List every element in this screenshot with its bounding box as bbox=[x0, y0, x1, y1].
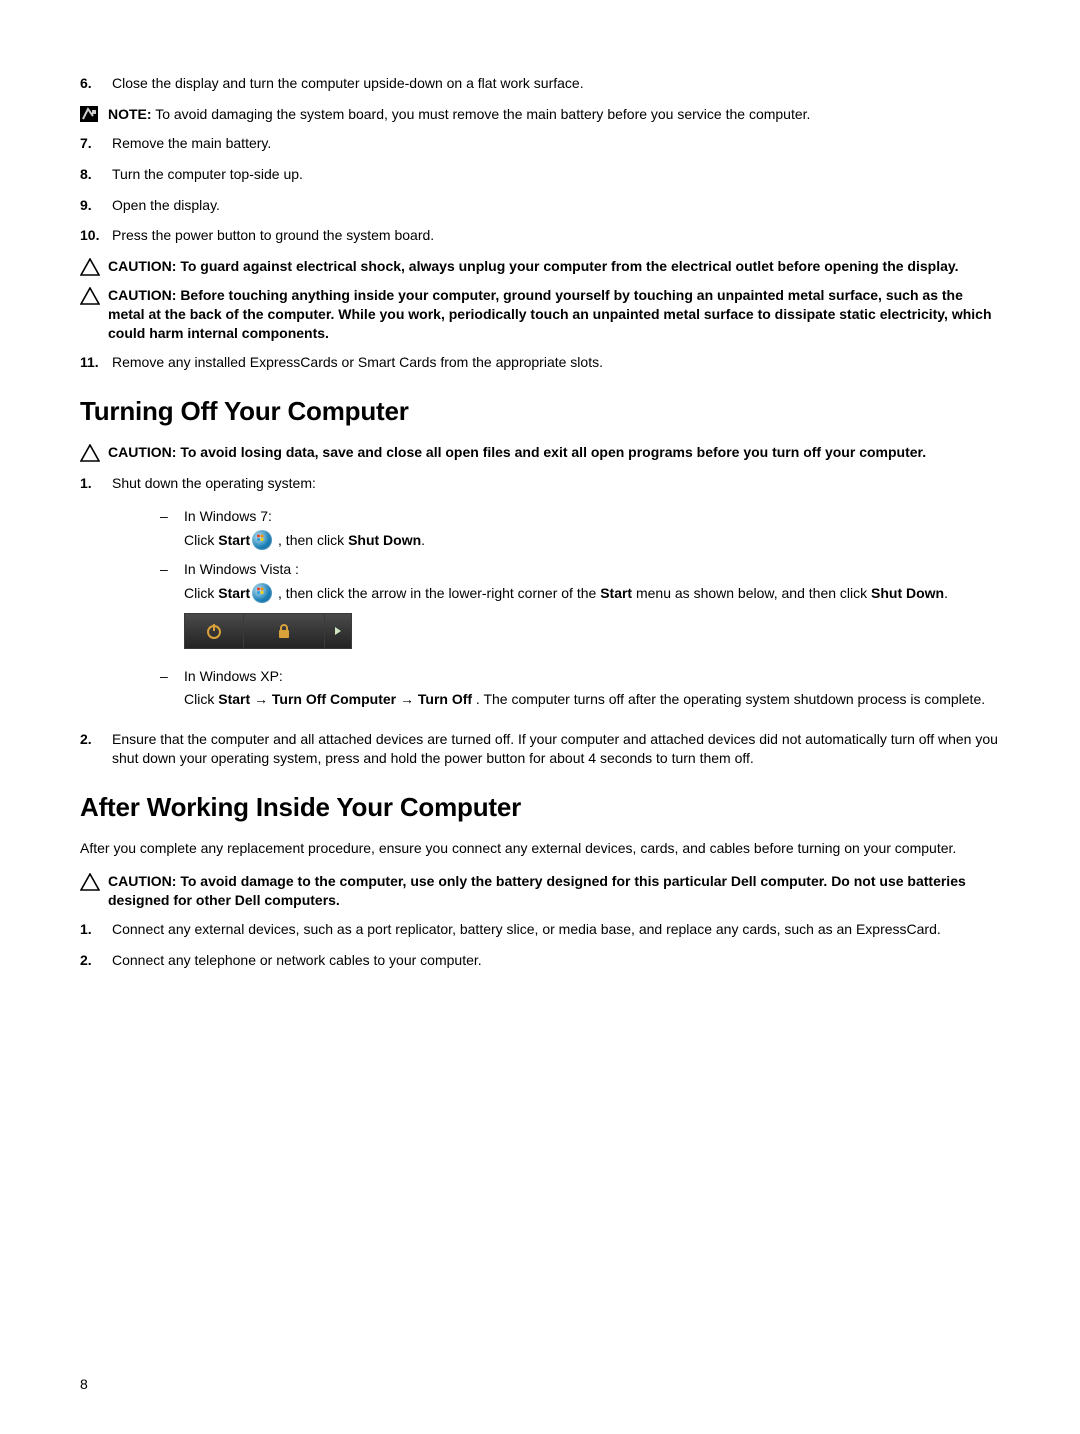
step-number: 7. bbox=[80, 134, 112, 153]
kw-start: Start bbox=[218, 532, 250, 548]
bullet-dash: – bbox=[160, 560, 184, 579]
vista-shutdown-bar-image bbox=[184, 603, 1000, 657]
step-lead: Shut down the operating system: bbox=[112, 474, 1000, 493]
kw-turn-off-computer: Turn Off Computer bbox=[272, 691, 396, 707]
caution-block: CAUTION: Before touching anything inside… bbox=[80, 286, 1000, 343]
ordered-step: 6. Close the display and turn the comput… bbox=[80, 74, 1000, 93]
text-fragment: Click bbox=[184, 691, 218, 707]
arrow-right-icon bbox=[333, 626, 343, 636]
sub-item-win7: – In Windows 7: bbox=[160, 507, 1000, 526]
step-text: Turn the computer top-side up. bbox=[112, 165, 1000, 184]
step-number: 1. bbox=[80, 920, 112, 939]
windows-start-orb-icon bbox=[252, 530, 272, 550]
power-icon bbox=[205, 622, 223, 640]
caution-block: CAUTION: To avoid damage to the computer… bbox=[80, 872, 1000, 910]
note-block: NOTE: To avoid damaging the system board… bbox=[80, 105, 1000, 124]
step-text: Ensure that the computer and all attache… bbox=[112, 730, 1000, 768]
sub-item-xp: – In Windows XP: bbox=[160, 667, 1000, 686]
text-fragment: menu as shown below, and then click bbox=[632, 585, 871, 601]
arrow-segment bbox=[325, 614, 351, 648]
step-text: Open the display. bbox=[112, 196, 1000, 215]
sub-item-vista: – In Windows Vista : bbox=[160, 560, 1000, 579]
step-text: Press the power button to ground the sys… bbox=[112, 226, 1000, 245]
step-text: Shut down the operating system: – In Win… bbox=[112, 474, 1000, 718]
ordered-step: 8. Turn the computer top-side up. bbox=[80, 165, 1000, 184]
bullet-dash: – bbox=[160, 667, 184, 686]
step-text: Remove the main battery. bbox=[112, 134, 1000, 153]
arrow-sep: → bbox=[396, 691, 418, 707]
sub-item-label: In Windows XP: bbox=[184, 667, 1000, 686]
step-text: Connect any telephone or network cables … bbox=[112, 951, 1000, 970]
step-number: 6. bbox=[80, 74, 112, 93]
sub-item-label: In Windows 7: bbox=[184, 507, 1000, 526]
page-number: 8 bbox=[80, 1375, 88, 1394]
heading-after-working: After Working Inside Your Computer bbox=[80, 790, 1000, 825]
bullet-dash: – bbox=[160, 507, 184, 526]
sub-item-body: Click Start → Turn Off Computer → Turn O… bbox=[184, 690, 1000, 709]
step-number: 11. bbox=[80, 353, 112, 372]
caution-icon bbox=[80, 872, 108, 910]
step-number: 1. bbox=[80, 474, 112, 718]
windows-start-orb-icon bbox=[252, 583, 272, 603]
caution-block: CAUTION: To guard against electrical sho… bbox=[80, 257, 1000, 276]
caution-icon bbox=[80, 257, 108, 276]
step-number: 10. bbox=[80, 226, 112, 245]
step-number: 8. bbox=[80, 165, 112, 184]
note-body: To avoid damaging the system board, you … bbox=[152, 106, 811, 122]
sub-item-body: Click Start , then click Shut Down. bbox=[184, 530, 1000, 550]
caution-text: CAUTION: To avoid damage to the computer… bbox=[108, 872, 1000, 910]
ordered-step: 1. Shut down the operating system: – In … bbox=[80, 474, 1000, 718]
caution-text: CAUTION: To avoid losing data, save and … bbox=[108, 443, 1000, 462]
text-fragment: Click bbox=[184, 532, 218, 548]
kw-turn-off: Turn Off bbox=[418, 691, 472, 707]
caution-text: CAUTION: Before touching anything inside… bbox=[108, 286, 1000, 343]
page: 6. Close the display and turn the comput… bbox=[0, 0, 1080, 1434]
ordered-step: 7. Remove the main battery. bbox=[80, 134, 1000, 153]
kw-start: Start bbox=[218, 585, 250, 601]
caution-block: CAUTION: To avoid losing data, save and … bbox=[80, 443, 1000, 462]
ordered-step: 2. Ensure that the computer and all atta… bbox=[80, 730, 1000, 768]
step-text: Connect any external devices, such as a … bbox=[112, 920, 1000, 939]
text-fragment: , then click the arrow in the lower-righ… bbox=[274, 585, 600, 601]
text-fragment: . bbox=[944, 585, 948, 601]
ordered-step: 10. Press the power button to ground the… bbox=[80, 226, 1000, 245]
step-number: 9. bbox=[80, 196, 112, 215]
shutdown-bar bbox=[184, 613, 352, 649]
sub-item-label: In Windows Vista : bbox=[184, 560, 1000, 579]
text-fragment: . The computer turns off after the opera… bbox=[472, 691, 985, 707]
lock-icon bbox=[276, 623, 292, 639]
ordered-step: 11. Remove any installed ExpressCards or… bbox=[80, 353, 1000, 372]
text-fragment: , then click bbox=[274, 532, 348, 548]
text-fragment: Click bbox=[184, 585, 218, 601]
caution-icon bbox=[80, 443, 108, 462]
kw-start: Start bbox=[218, 691, 250, 707]
note-label: NOTE: bbox=[108, 106, 152, 122]
kw-shut-down: Shut Down bbox=[871, 585, 944, 601]
sub-item-body: Click Start , then click the arrow in th… bbox=[184, 583, 1000, 657]
sub-list: – In Windows 7: Click Start , then click… bbox=[160, 507, 1000, 709]
step-number: 2. bbox=[80, 730, 112, 768]
ordered-step: 2. Connect any telephone or network cabl… bbox=[80, 951, 1000, 970]
text-fragment: . bbox=[421, 532, 425, 548]
note-text: NOTE: To avoid damaging the system board… bbox=[108, 105, 1000, 124]
ordered-step: 9. Open the display. bbox=[80, 196, 1000, 215]
note-icon bbox=[80, 105, 108, 124]
step-number: 2. bbox=[80, 951, 112, 970]
kw-shut-down: Shut Down bbox=[348, 532, 421, 548]
step-text: Close the display and turn the computer … bbox=[112, 74, 1000, 93]
paragraph: After you complete any replacement proce… bbox=[80, 839, 1000, 858]
step-text: Remove any installed ExpressCards or Sma… bbox=[112, 353, 1000, 372]
power-segment bbox=[185, 614, 244, 648]
ordered-step: 1. Connect any external devices, such as… bbox=[80, 920, 1000, 939]
kw-start-menu: Start bbox=[600, 585, 632, 601]
lock-segment bbox=[244, 614, 325, 648]
caution-icon bbox=[80, 286, 108, 343]
heading-turning-off: Turning Off Your Computer bbox=[80, 394, 1000, 429]
caution-text: CAUTION: To guard against electrical sho… bbox=[108, 257, 1000, 276]
arrow-sep: → bbox=[250, 691, 272, 707]
